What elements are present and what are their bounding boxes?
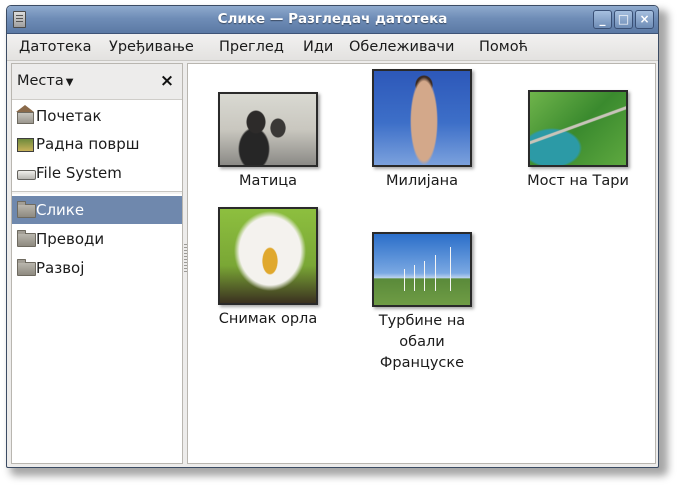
file-label: Мост на Тари <box>527 173 629 189</box>
title-bar[interactable]: Слике — Разгледач датотека _ □ × <box>7 6 658 34</box>
menu-bookmarks[interactable]: Обележивачи <box>349 39 454 55</box>
file-thumbnail <box>372 232 472 307</box>
sidebar-item-pictures[interactable]: Слике <box>12 196 182 224</box>
file-label: Турбине на обали Француске <box>378 313 466 371</box>
close-button[interactable]: × <box>635 10 654 29</box>
file-thumbnail <box>528 90 628 167</box>
menu-go[interactable]: Иди <box>303 39 333 55</box>
places-selector-label: Места <box>17 73 64 89</box>
file-label: Матица <box>238 173 298 189</box>
menu-help[interactable]: Помоћ <box>479 39 528 55</box>
sidebar-separator <box>12 191 182 194</box>
sidebar-item-translations[interactable]: Преводи <box>12 225 182 253</box>
minimize-button[interactable]: _ <box>593 10 612 29</box>
folder-icon <box>17 201 36 218</box>
sidebar-item-desktop[interactable]: Радна површ <box>12 130 182 158</box>
sidebar-item-development[interactable]: Развој <box>12 254 182 282</box>
file-thumbnail <box>218 207 318 305</box>
folder-icon <box>17 259 36 276</box>
file-thumbnail <box>218 92 318 167</box>
sidebar-item-label: File System <box>36 164 122 182</box>
home-folder-icon <box>16 105 34 124</box>
menu-view[interactable]: Преглед <box>219 39 284 55</box>
sidebar-item-label: Радна површ <box>36 135 140 153</box>
chevron-down-icon: ▼ <box>65 77 74 88</box>
window-title: Слике — Разгледач датотека <box>217 11 448 27</box>
sidebar-item-label: Слике <box>36 201 85 219</box>
sidebar: Места ▼ × Почетак Радна површ File System… <box>11 63 183 464</box>
sidebar-item-label: Почетак <box>36 107 102 125</box>
file-item[interactable]: Снимак орла <box>206 207 330 330</box>
file-item[interactable]: Матица <box>206 92 330 192</box>
close-sidebar-icon[interactable]: × <box>158 71 176 91</box>
file-label: Милијана <box>386 173 458 189</box>
sidebar-item-filesystem[interactable]: File System <box>12 159 182 187</box>
sidebar-item-label: Преводи <box>36 230 105 248</box>
sidebar-item-home[interactable]: Почетак <box>12 102 182 130</box>
desktop-icon <box>17 138 34 152</box>
file-label: Снимак орла <box>218 311 318 327</box>
file-browser-window: Слике — Разгледач датотека _ □ × Датотек… <box>6 5 659 468</box>
menu-edit[interactable]: Уређивање <box>109 39 194 55</box>
places-selector[interactable]: Места ▼ <box>14 69 87 94</box>
menu-file[interactable]: Датотека <box>19 39 92 55</box>
drive-icon <box>17 167 36 180</box>
file-item[interactable]: Турбине на обали Француске <box>360 232 484 374</box>
maximize-button[interactable]: □ <box>614 10 633 29</box>
menu-bar: Датотека Уређивање Преглед Иди Обележива… <box>7 34 658 61</box>
file-thumbnail <box>372 69 472 167</box>
file-item[interactable]: Мост на Тари <box>516 90 640 192</box>
sidebar-item-label: Развој <box>36 259 85 277</box>
file-view: Матица Милијана Мост на Тари Снимак орла… <box>187 63 656 464</box>
sidebar-header: Места ▼ × <box>12 64 182 100</box>
folder-icon <box>17 230 36 247</box>
file-item[interactable]: Милијана <box>360 69 484 192</box>
